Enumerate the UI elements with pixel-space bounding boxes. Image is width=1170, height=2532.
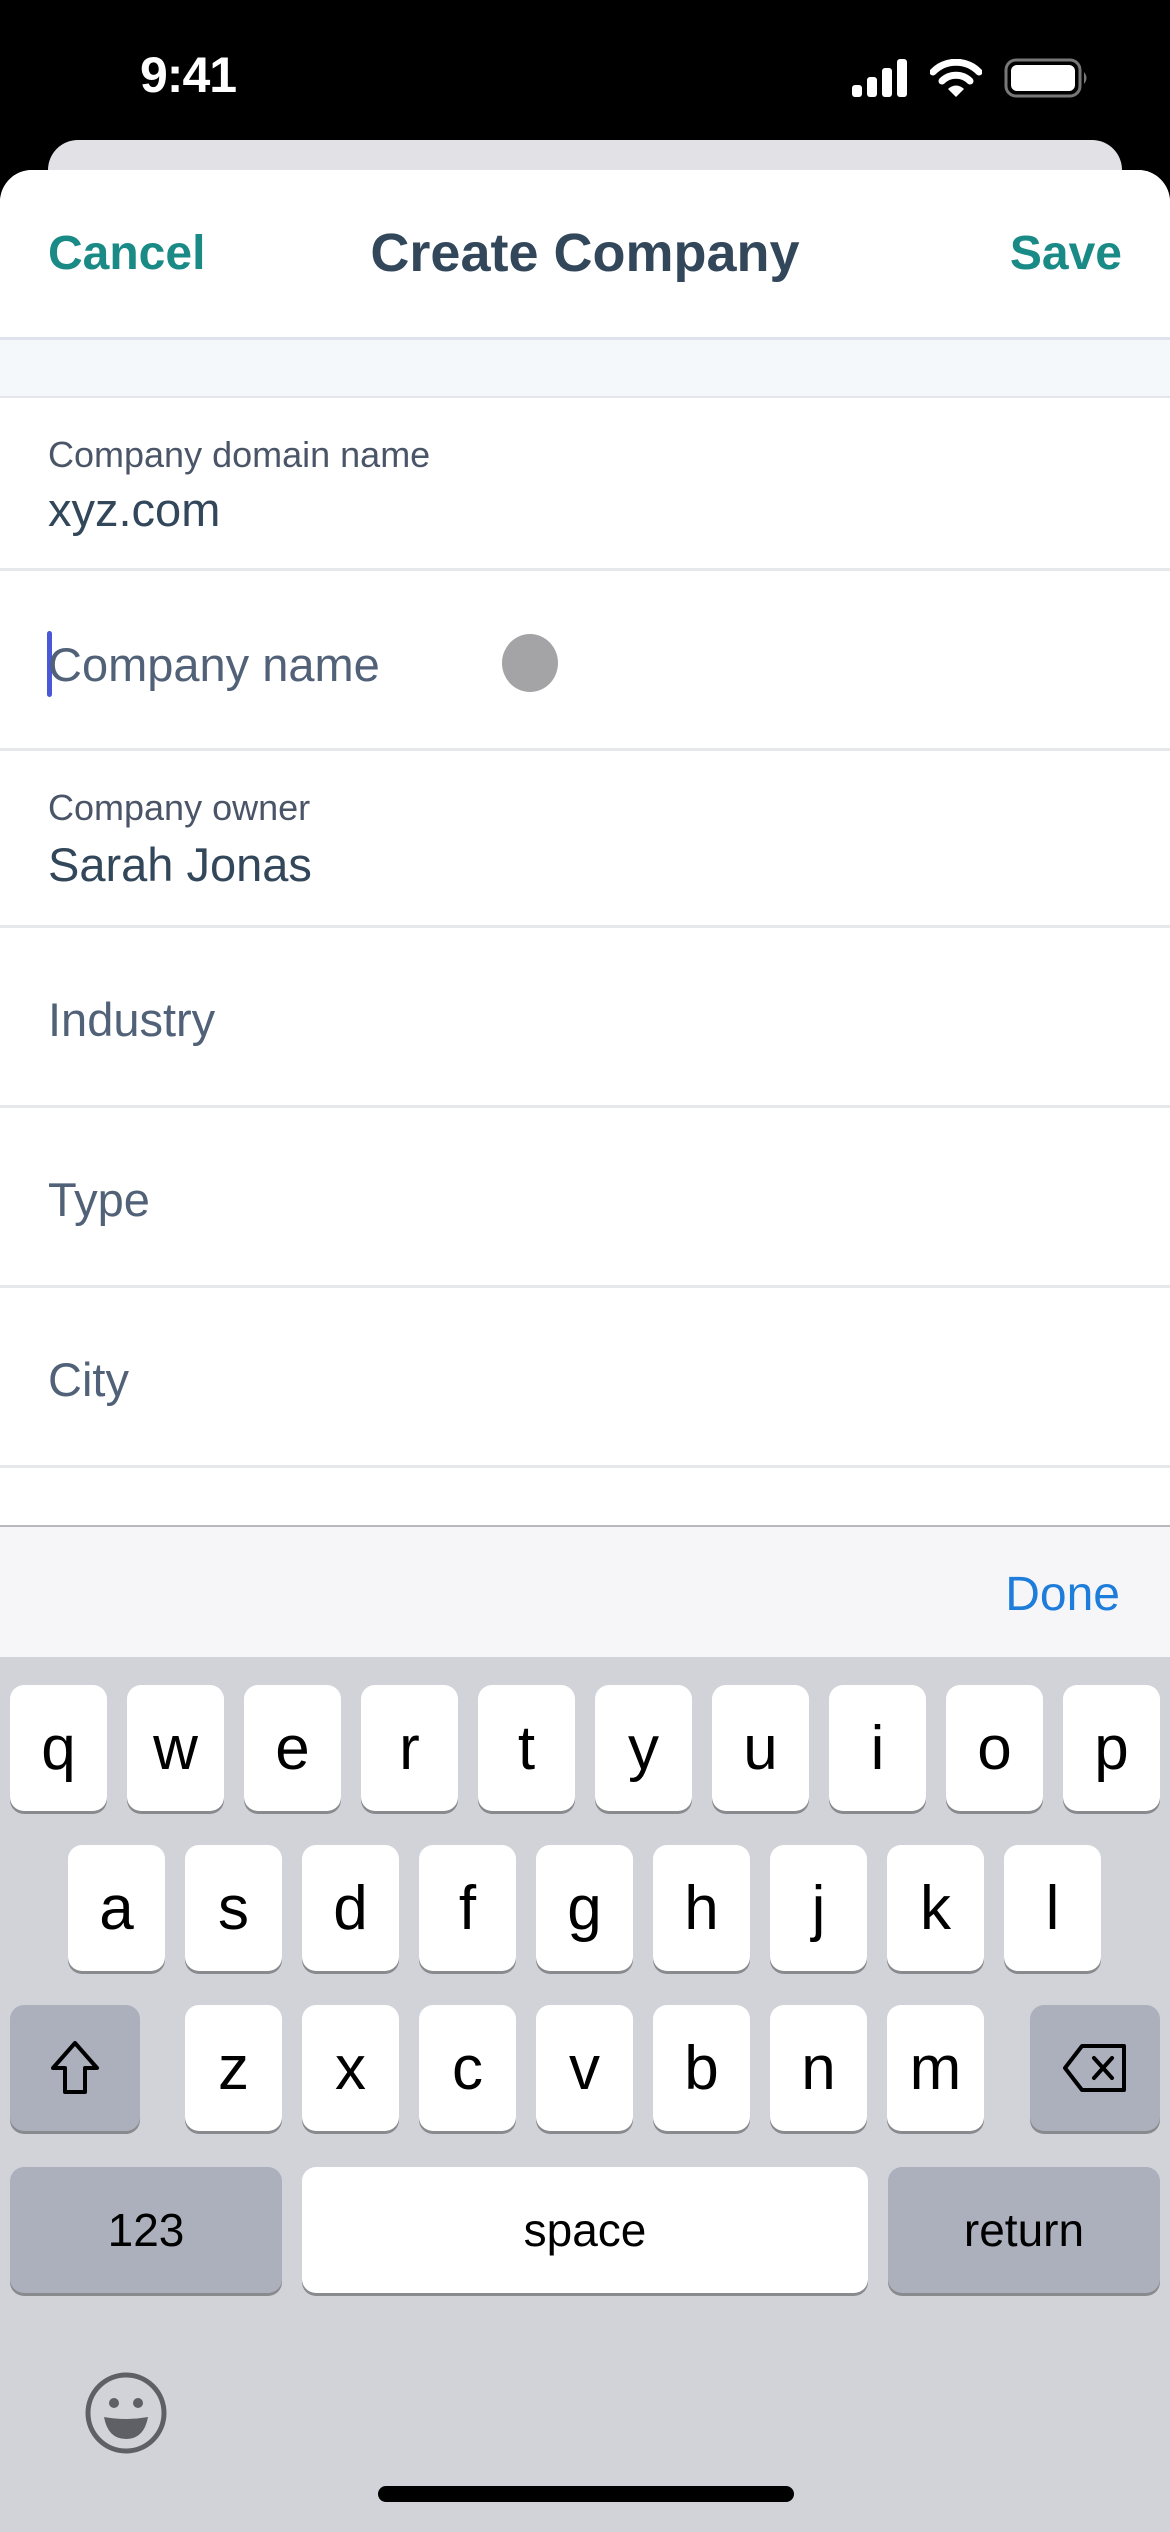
key-s[interactable]: s xyxy=(185,1845,282,1971)
key-r[interactable]: r xyxy=(361,1685,458,1811)
done-button[interactable]: Done xyxy=(1005,1567,1120,1622)
key-v[interactable]: v xyxy=(536,2005,633,2131)
key-f[interactable]: f xyxy=(419,1845,516,1971)
key-a[interactable]: a xyxy=(68,1845,165,1971)
delete-key[interactable] xyxy=(1030,2005,1160,2131)
status-time: 9:41 xyxy=(140,47,237,103)
field-label: Company domain name xyxy=(48,434,431,475)
save-button[interactable]: Save xyxy=(1010,226,1122,281)
shift-icon xyxy=(51,2041,99,2094)
type-input[interactable]: Type xyxy=(48,1172,150,1227)
home-indicator[interactable] xyxy=(378,2486,794,2502)
return-key[interactable]: return xyxy=(888,2167,1160,2293)
city-input[interactable]: City xyxy=(48,1352,129,1407)
key-u[interactable]: u xyxy=(712,1685,809,1811)
field-company-name[interactable]: Company name xyxy=(0,571,1170,751)
key-d[interactable]: d xyxy=(302,1845,399,1971)
field-industry[interactable]: Industry xyxy=(0,928,1170,1108)
key-i[interactable]: i xyxy=(829,1685,926,1811)
field-value: xyz.com xyxy=(48,483,221,536)
company-name-input[interactable]: Company name xyxy=(48,637,380,692)
key-x[interactable]: x xyxy=(302,2005,399,2131)
field-value: Sarah Jonas xyxy=(48,838,312,891)
key-b[interactable]: b xyxy=(653,2005,750,2131)
status-icons xyxy=(852,58,1090,98)
field-type[interactable]: Type xyxy=(0,1108,1170,1288)
keyboard-accessory-bar: Done xyxy=(0,1525,1170,1657)
field-company-domain[interactable]: Company domain name xyz.com xyxy=(0,398,1170,571)
key-y[interactable]: y xyxy=(595,1685,692,1811)
key-p[interactable]: p xyxy=(1063,1685,1160,1811)
key-n[interactable]: n xyxy=(770,2005,867,2131)
page-title: Create Company xyxy=(370,223,800,283)
numbers-key[interactable]: 123 xyxy=(10,2167,282,2293)
key-k[interactable]: k xyxy=(887,1845,984,1971)
key-z[interactable]: z xyxy=(185,2005,282,2131)
battery-icon xyxy=(1004,58,1087,98)
field-city[interactable]: City xyxy=(0,1288,1170,1468)
key-t[interactable]: t xyxy=(478,1685,575,1811)
key-m[interactable]: m xyxy=(887,2005,984,2131)
signal-icon xyxy=(852,59,907,97)
key-j[interactable]: j xyxy=(770,1845,867,1971)
keyboard: qwertyuiop asdfghjkl zxcvbnm 123 space r… xyxy=(0,1657,1170,2532)
nav-header: Cancel Create Company Save xyxy=(0,170,1170,340)
backspace-icon xyxy=(1063,2044,1126,2092)
key-q[interactable]: q xyxy=(10,1685,107,1811)
shift-key[interactable] xyxy=(10,2005,140,2131)
section-spacer xyxy=(0,340,1170,398)
status-bar: 9:41 xyxy=(0,0,1170,140)
wifi-icon xyxy=(930,59,982,97)
key-w[interactable]: w xyxy=(127,1685,224,1811)
key-e[interactable]: e xyxy=(244,1685,341,1811)
field-label: Company owner xyxy=(48,787,311,828)
touch-indicator xyxy=(502,634,558,692)
key-h[interactable]: h xyxy=(653,1845,750,1971)
key-c[interactable]: c xyxy=(419,2005,516,2131)
key-o[interactable]: o xyxy=(946,1685,1043,1811)
key-l[interactable]: l xyxy=(1004,1845,1101,1971)
emoji-icon[interactable] xyxy=(84,2371,168,2455)
space-key[interactable]: space xyxy=(302,2167,868,2293)
key-g[interactable]: g xyxy=(536,1845,633,1971)
create-company-sheet: Cancel Create Company Save Company domai… xyxy=(0,170,1170,1525)
field-company-owner[interactable]: Company owner Sarah Jonas xyxy=(0,751,1170,928)
industry-input[interactable]: Industry xyxy=(48,992,215,1047)
